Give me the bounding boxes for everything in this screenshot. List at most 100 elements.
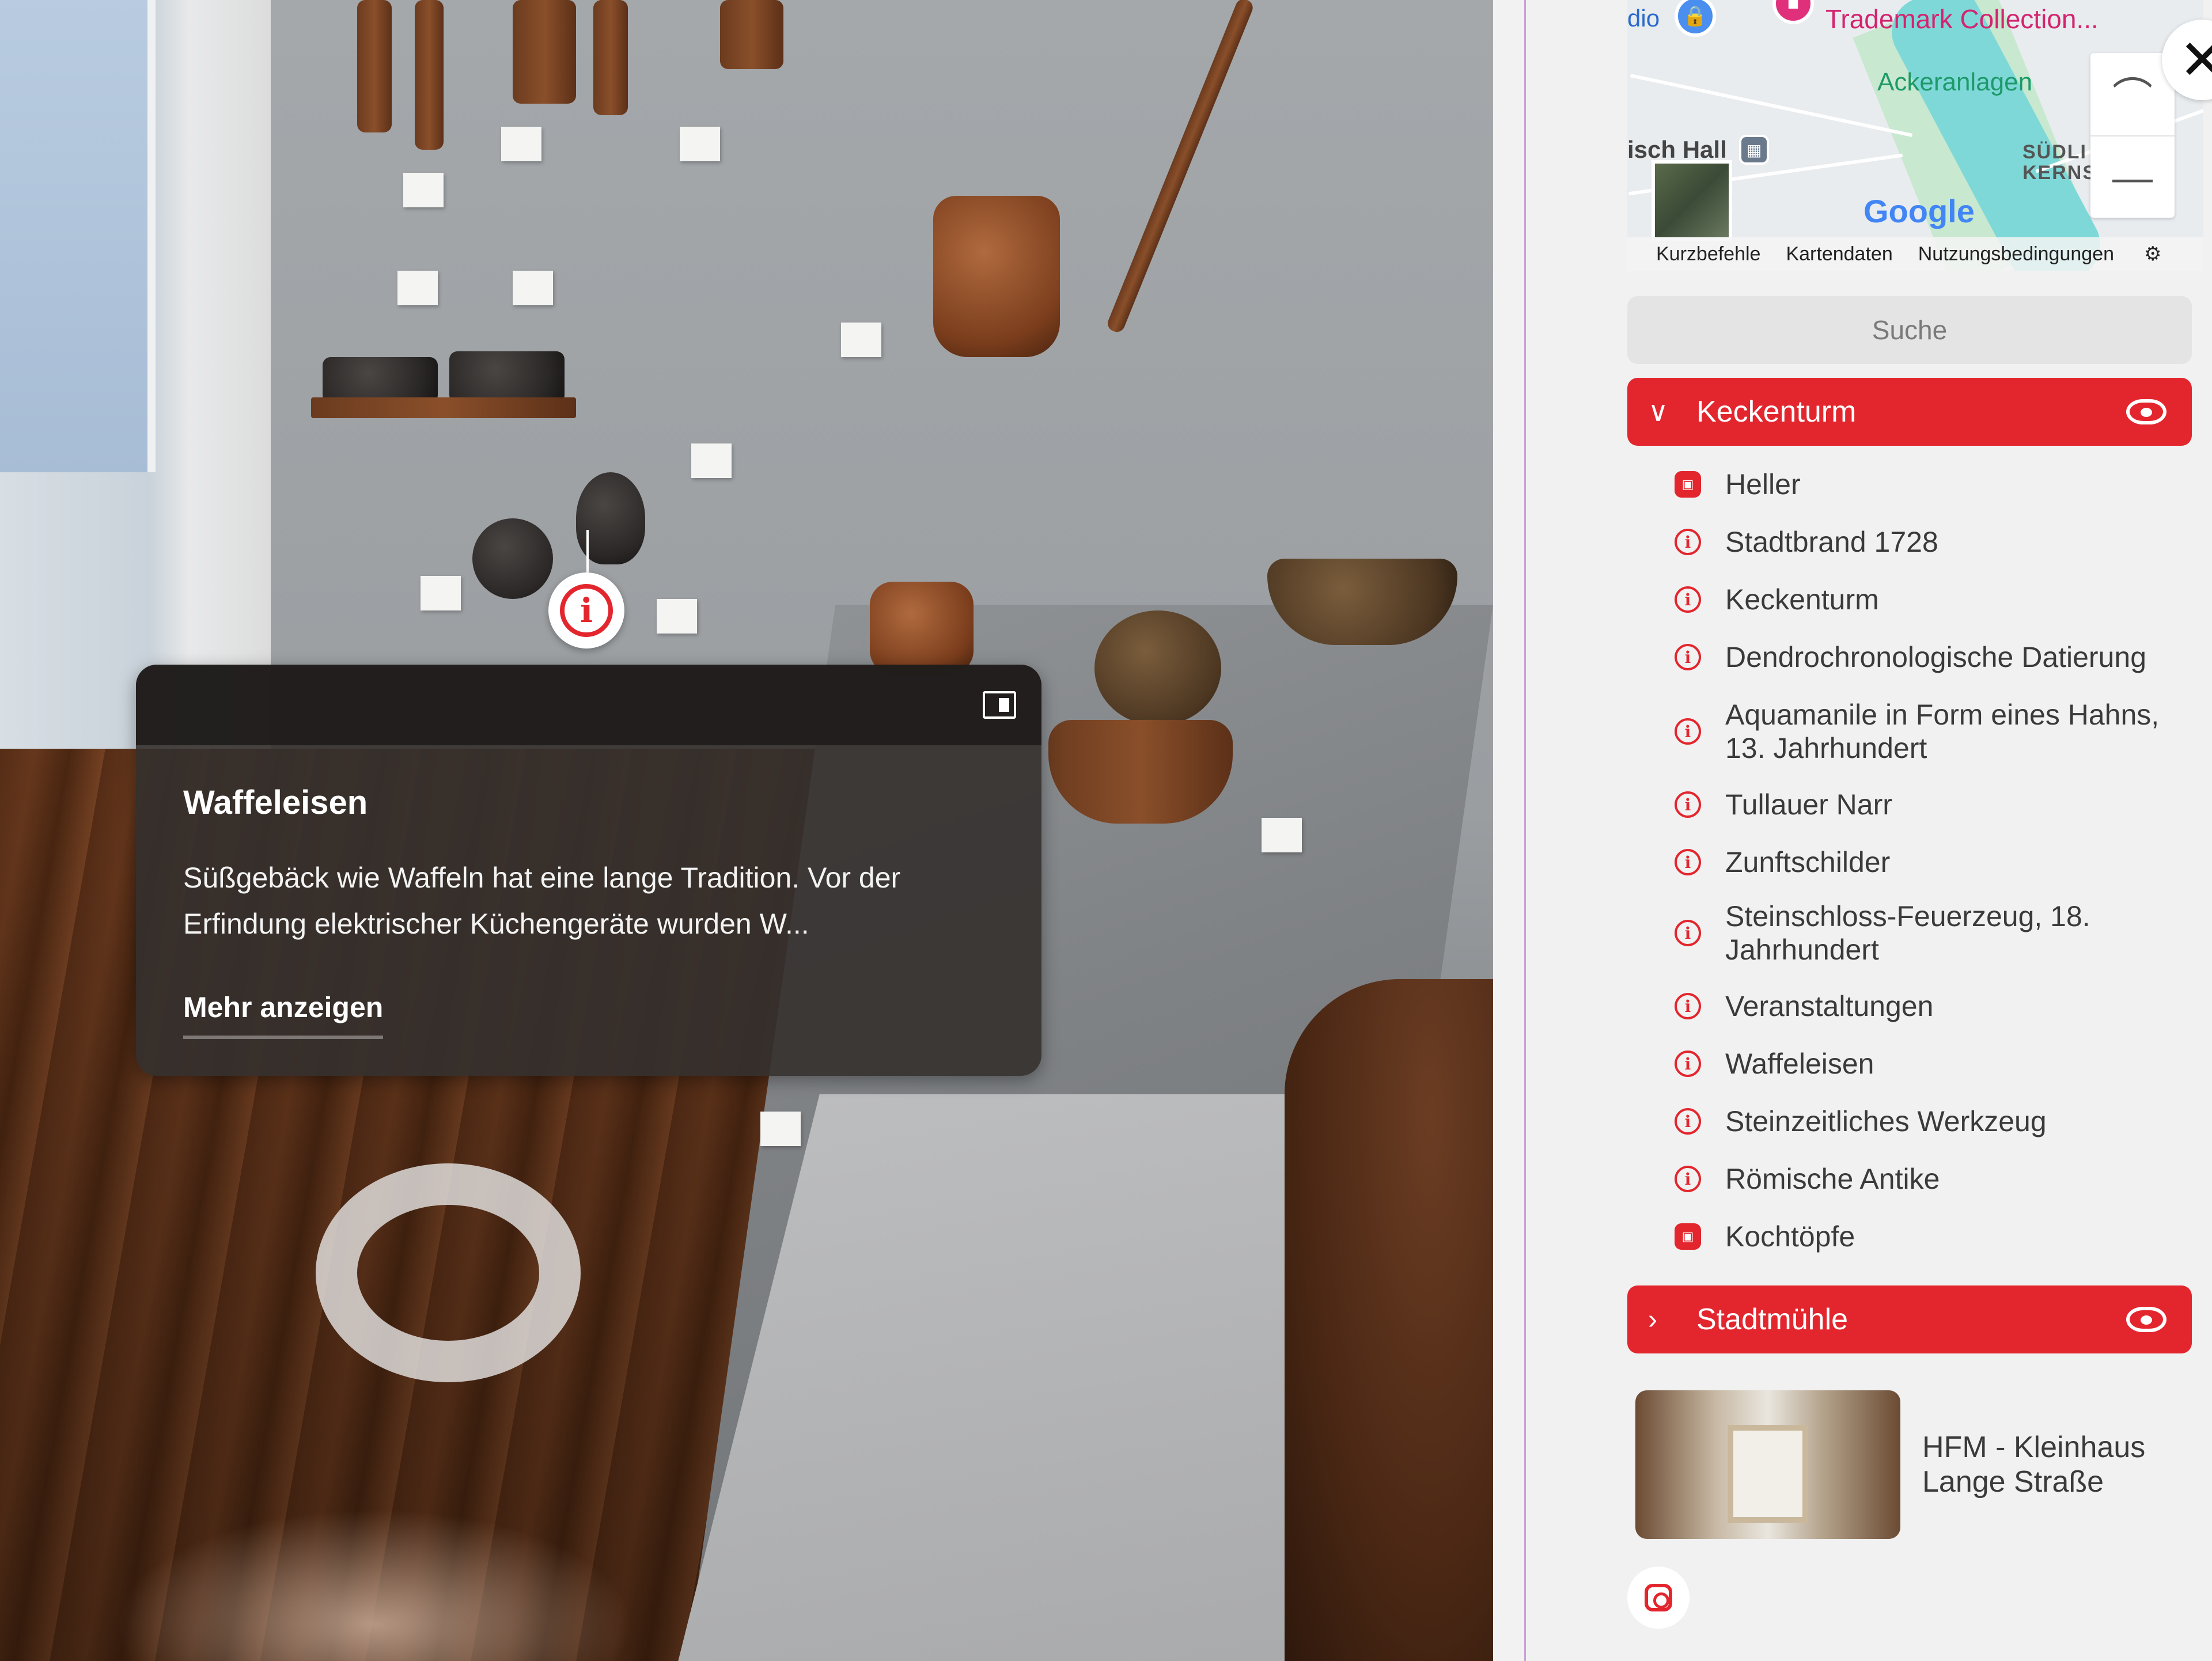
list-item-label: Steinzeitliches Werkzeug	[1725, 1105, 2047, 1137]
exhibit-label	[513, 271, 553, 305]
wooden-tool	[720, 0, 783, 69]
list-item-label: Dendrochronologische Datierung	[1725, 641, 2147, 673]
map-attribution: Kurzbefehle Kartendaten Nutzungsbedingun…	[1627, 237, 2203, 271]
info-icon: i	[1675, 920, 1701, 946]
list-item-label: Heller	[1725, 468, 1801, 500]
info-icon: i	[1675, 644, 1701, 670]
list-item[interactable]: ▣ Kochtöpfe	[1662, 1220, 2192, 1253]
panorama-viewer[interactable]: i Waffeleisen Süßgebäck wie Waffeln hat …	[0, 0, 1493, 1661]
map-label-studio: dio	[1627, 5, 1660, 32]
wooden-tool	[593, 0, 628, 115]
waffle-iron	[472, 518, 553, 599]
info-hotspot[interactable]: i	[548, 572, 624, 649]
wooden-tool	[357, 0, 392, 132]
bus-icon[interactable]: ▦	[1739, 135, 1769, 165]
mini-map[interactable]: dio 🔒 ■ Trademark Collection... Ackeranl…	[1627, 0, 2203, 271]
map-label-park: Ackeranlagen	[1877, 68, 2033, 96]
bronze-pot	[1094, 610, 1221, 726]
zoom-out-button[interactable]: —	[2090, 135, 2175, 218]
mapdata-link[interactable]: Kartendaten	[1786, 243, 1892, 266]
info-icon: i	[1675, 529, 1701, 555]
list-item[interactable]: i Aquamanile in Form eines Hahns, 13. Ja…	[1662, 698, 2192, 765]
list-item[interactable]: i Dendrochronologische Datierung	[1662, 640, 2192, 674]
exhibit-label	[680, 127, 720, 161]
info-icon: i	[1675, 1051, 1701, 1077]
map-zoom-controls: ⌒ —	[2090, 53, 2175, 218]
list-item-label: Keckenturm	[1725, 583, 1879, 616]
hotspot-stem	[586, 530, 589, 572]
eye-icon[interactable]	[2126, 399, 2166, 424]
hotel-icon[interactable]: ■	[1772, 0, 1814, 24]
exhibit-label	[501, 127, 541, 161]
exhibit-label	[691, 443, 732, 478]
group-title: Stadtmühle	[1696, 1303, 1849, 1336]
lock-icon[interactable]: 🔒	[1675, 0, 1716, 37]
info-icon: i	[1675, 849, 1701, 875]
exhibit-label	[397, 271, 438, 305]
info-icon: i	[1675, 718, 1701, 745]
list-item-label: Kochtöpfe	[1725, 1220, 1855, 1253]
map-road	[1630, 74, 1913, 137]
info-icon: i	[1675, 1166, 1701, 1192]
instagram-icon	[1645, 1584, 1672, 1611]
hotspot-tooltip: Waffeleisen Süßgebäck wie Waffeln hat ei…	[136, 665, 1041, 1076]
list-item[interactable]: i Steinzeitliches Werkzeug	[1662, 1105, 2192, 1138]
list-item[interactable]: i Stadtbrand 1728	[1662, 525, 2192, 559]
media-icon: ▣	[1675, 1223, 1701, 1250]
google-logo: Google	[1863, 193, 1975, 229]
list-item[interactable]: i Zunftschilder	[1662, 845, 2192, 879]
wooden-table	[1285, 979, 1493, 1661]
exhibit-label	[841, 323, 881, 357]
list-item-label: Tullauer Narr	[1725, 788, 1892, 821]
shortcuts-link[interactable]: Kurzbefehle	[1656, 243, 1760, 266]
gear-icon[interactable]: ⚙	[2144, 242, 2161, 266]
list-item[interactable]: i Steinschloss-Feuerzeug, 18. Jahrhunder…	[1662, 900, 2192, 966]
show-more-link[interactable]: Mehr anzeigen	[183, 991, 384, 1039]
list-item-label: Römische Antike	[1725, 1163, 1940, 1195]
wooden-tool	[513, 0, 576, 104]
satellite-toggle[interactable]	[1652, 160, 1732, 241]
eye-icon[interactable]	[2126, 1307, 2166, 1332]
info-icon: i	[1675, 586, 1701, 613]
exhibit-label	[403, 173, 444, 207]
shelf	[311, 397, 576, 418]
map-label-hotel: Trademark Collection...	[1825, 4, 2099, 34]
window	[0, 0, 156, 472]
info-icon: i	[1675, 791, 1701, 818]
side-panel: dio 🔒 ■ Trademark Collection... Ackeranl…	[1524, 0, 2212, 1661]
list-item-label: Stadtbrand 1728	[1725, 526, 1938, 558]
list-item[interactable]: i Waffeleisen	[1662, 1047, 2192, 1080]
group-title: Keckenturm	[1696, 395, 1857, 428]
exhibit-label	[657, 599, 697, 634]
list-item[interactable]: i Tullauer Narr	[1662, 788, 2192, 821]
exhibit-label	[421, 576, 461, 610]
search-button[interactable]: Suche	[1627, 296, 2192, 364]
tour-thumbnail	[1635, 1390, 1900, 1539]
chevron-down-icon: ∨	[1648, 397, 1669, 427]
list-item[interactable]: i Römische Antike	[1662, 1162, 2192, 1196]
list-item[interactable]: i Veranstaltungen	[1662, 989, 2192, 1023]
map-label-station: isch Hall	[1627, 136, 1727, 163]
tour-card[interactable]: HFM - Kleinhaus Lange Straße	[1635, 1390, 2164, 1539]
list-item-label: Waffeleisen	[1725, 1048, 1874, 1080]
tooltip-header	[136, 665, 1041, 745]
wooden-tool	[415, 0, 444, 150]
exhibit-label	[1262, 818, 1302, 852]
iron-object	[449, 351, 565, 403]
list-item[interactable]: ▣ Heller	[1662, 468, 2192, 501]
copper-vessel	[933, 196, 1060, 357]
list-item[interactable]: i Keckenturm	[1662, 583, 2192, 616]
panel-toggle-icon[interactable]	[983, 691, 1016, 719]
terms-link[interactable]: Nutzungsbedingungen	[1918, 243, 2114, 266]
navigation-cursor-ring[interactable]	[316, 1163, 581, 1382]
info-icon: i	[1675, 993, 1701, 1019]
iron-object	[323, 357, 438, 403]
media-icon: ▣	[1675, 471, 1701, 498]
group-stadtmuehle[interactable]: › Stadtmühle	[1627, 1285, 2192, 1353]
chevron-right-icon: ›	[1648, 1304, 1657, 1335]
tour-name: HFM - Kleinhaus Lange Straße	[1922, 1431, 2146, 1499]
group-keckenturm[interactable]: ∨ Keckenturm	[1627, 378, 2192, 446]
close-icon: ✕	[2179, 29, 2212, 91]
list-item-label: Aquamanile in Form eines Hahns, 13. Jahr…	[1725, 699, 2160, 764]
instagram-button[interactable]	[1627, 1567, 1690, 1629]
